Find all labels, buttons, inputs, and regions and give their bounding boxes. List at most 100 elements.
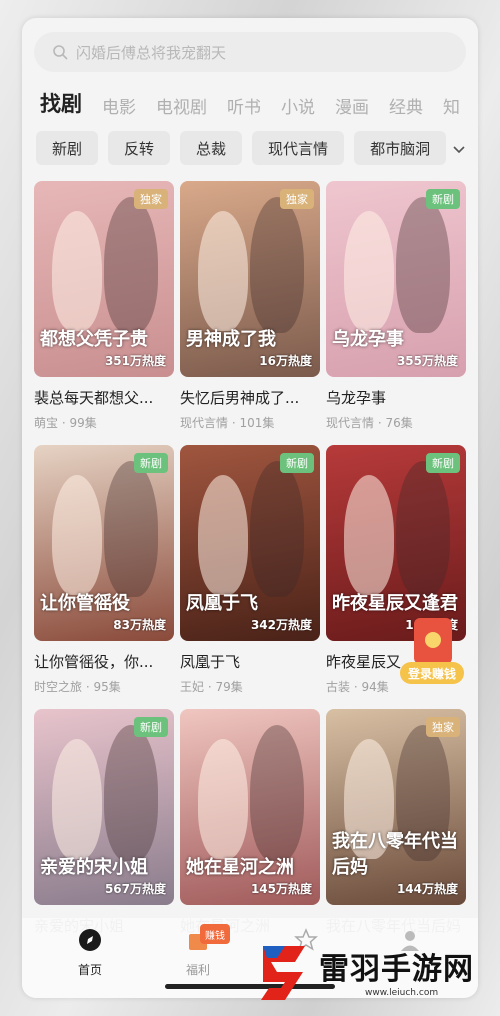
drama-poster[interactable]: 她在星河之洲 145万热度	[180, 709, 320, 905]
tab-drama[interactable]: 找剧	[40, 88, 82, 122]
heat-count: 144万热度	[396, 882, 458, 896]
drama-card[interactable]: 我在八零年代当后妈 独家 144万热度我在八零年代当后妈	[326, 709, 466, 936]
chip-new[interactable]: 新剧	[36, 131, 99, 165]
drama-card[interactable]: 亲爱的宋小姐 新剧 567万热度亲爱的宋小姐	[34, 709, 174, 936]
status-badge: 新剧	[426, 453, 460, 473]
drama-meta: 时空之旅 · 95集	[34, 680, 121, 694]
drama-title[interactable]: 让你管徭役，你...	[34, 651, 174, 672]
tab-classic[interactable]: 经典	[389, 93, 423, 122]
drama-poster[interactable]: 凤凰于飞 新剧 342万热度	[180, 445, 320, 641]
status-badge: 独家	[280, 189, 314, 209]
poster-figure	[52, 475, 102, 595]
chip-urban[interactable]: 都市脑洞	[354, 131, 447, 165]
heat-count: 83万热度	[113, 618, 166, 632]
drama-title[interactable]: 凤凰于飞	[180, 651, 320, 672]
chip-ceo[interactable]: 总裁	[180, 131, 243, 165]
chip-modern-romance[interactable]: 现代言情	[252, 131, 345, 165]
filter-chips: 新剧 反转 总裁 现代言情 都市脑洞	[36, 131, 478, 167]
drama-card[interactable]: 让你管徭役 新剧 83万热度让你管徭役，你... 时空之旅 · 95集	[34, 445, 174, 695]
status-badge: 新剧	[134, 717, 168, 737]
tab-movie[interactable]: 电影	[102, 93, 136, 122]
poster-title-art: 都想父凭子贵	[40, 329, 148, 350]
search-icon	[53, 45, 68, 60]
drama-title[interactable]: 失忆后男神成了...	[180, 387, 320, 408]
poster-figure	[250, 197, 304, 333]
tab-tv[interactable]: 电视剧	[156, 93, 207, 122]
nav-home-label: 首页	[77, 963, 102, 977]
watermark-logo-icon	[261, 946, 305, 1000]
search-bar[interactable]: 闪婚后傅总将我宠翻天	[34, 32, 466, 72]
tab-comic[interactable]: 漫画	[335, 93, 369, 122]
drama-card[interactable]: 乌龙孕事 新剧 355万热度 乌龙孕事 现代言情 · 76集	[326, 181, 466, 431]
category-tabs: 找剧 电影 电视剧 听书 小说 漫画 经典 知	[40, 86, 478, 122]
tab-audiobook[interactable]: 听书	[227, 93, 261, 122]
poster-figure	[198, 739, 248, 859]
drama-title[interactable]: 裴总每天都想父...	[34, 387, 174, 408]
login-reward-widget[interactable]: 登录赚钱	[400, 618, 464, 688]
poster-figure	[198, 211, 248, 331]
poster-title-art: 亲爱的宋小姐	[40, 857, 148, 878]
earn-badge: 赚钱	[200, 924, 230, 944]
poster-figure	[52, 739, 102, 859]
status-badge: 新剧	[134, 453, 168, 473]
site-watermark: 雷羽手游网 www.leiuch.com	[255, 942, 495, 1012]
status-badge: 新剧	[426, 189, 460, 209]
poster-title-art: 我在八零年代当后妈	[332, 831, 458, 878]
search-placeholder: 闪婚后傅总将我宠翻天	[76, 43, 227, 62]
status-badge: 独家	[134, 189, 168, 209]
heat-count: 145万热度	[250, 882, 312, 896]
poster-title-art: 昨夜星辰又逢君	[332, 593, 458, 614]
poster-figure	[250, 461, 304, 597]
status-badge: 新剧	[280, 453, 314, 473]
drama-card[interactable]: 都想父凭子贵 独家 351万热度裴总每天都想父... 萌宝 · 99集	[34, 181, 174, 431]
compass-icon	[79, 929, 101, 951]
drama-meta: 现代言情 · 76集	[326, 416, 413, 430]
drama-meta: 王妃 · 79集	[180, 680, 243, 694]
app-screen: 闪婚后傅总将我宠翻天 找剧 电影 电视剧 听书 小说 漫画 经典 知 新剧 反转…	[22, 18, 478, 998]
nav-home[interactable]: 首页	[50, 928, 130, 978]
heat-count: 342万热度	[250, 618, 312, 632]
heat-count: 351万热度	[104, 354, 166, 368]
watermark-url: www.leiuch.com	[365, 988, 439, 998]
poster-figure	[104, 725, 158, 861]
poster-title-art: 让你管徭役	[40, 593, 130, 614]
drama-poster[interactable]: 让你管徭役 新剧 83万热度	[34, 445, 174, 641]
drama-card[interactable]: 她在星河之洲 145万热度她在星河之洲	[180, 709, 320, 936]
poster-figure	[250, 725, 304, 861]
drama-title[interactable]: 乌龙孕事	[326, 387, 466, 408]
drama-poster[interactable]: 亲爱的宋小姐 新剧 567万热度	[34, 709, 174, 905]
coin-icon	[425, 632, 441, 648]
poster-figure	[344, 475, 394, 595]
watermark-name: 雷羽手游网	[319, 952, 474, 987]
poster-figure	[198, 475, 248, 595]
drama-poster[interactable]: 男神成了我 独家 16万热度	[180, 181, 320, 377]
heat-count: 567万热度	[104, 882, 166, 896]
drama-card[interactable]: 男神成了我 独家 16万热度失忆后男神成了... 现代言情 · 101集	[180, 181, 320, 431]
drama-poster[interactable]: 我在八零年代当后妈 独家 144万热度	[326, 709, 466, 905]
drama-poster[interactable]: 乌龙孕事 新剧 355万热度	[326, 181, 466, 377]
poster-title-art: 男神成了我	[186, 329, 276, 350]
poster-figure	[396, 461, 450, 597]
heat-count: 355万热度	[396, 354, 458, 368]
poster-figure	[104, 197, 158, 333]
tab-knowledge[interactable]: 知	[443, 93, 460, 122]
drama-meta: 萌宝 · 99集	[34, 416, 97, 430]
drama-card[interactable]: 凤凰于飞 新剧 342万热度 凤凰于飞 王妃 · 79集	[180, 445, 320, 695]
poster-figure	[104, 461, 158, 597]
heat-count: 16万热度	[259, 354, 312, 368]
chip-twist[interactable]: 反转	[108, 131, 171, 165]
drama-meta: 现代言情 · 101集	[180, 416, 275, 430]
poster-figure	[396, 197, 450, 333]
status-badge: 独家	[426, 717, 460, 737]
chevron-down-icon[interactable]	[450, 140, 468, 158]
nav-welfare-label: 福利	[185, 963, 210, 977]
poster-title-art: 她在星河之洲	[186, 857, 294, 878]
reward-label: 登录赚钱	[400, 662, 464, 684]
tab-novel[interactable]: 小说	[281, 93, 315, 122]
poster-title-art: 乌龙孕事	[332, 329, 404, 350]
poster-figure	[52, 211, 102, 331]
drama-poster[interactable]: 都想父凭子贵 独家 351万热度	[34, 181, 174, 377]
drama-poster[interactable]: 昨夜星辰又逢君新剧16万热度	[326, 445, 466, 641]
poster-title-art: 凤凰于飞	[186, 593, 258, 614]
poster-figure	[344, 211, 394, 331]
